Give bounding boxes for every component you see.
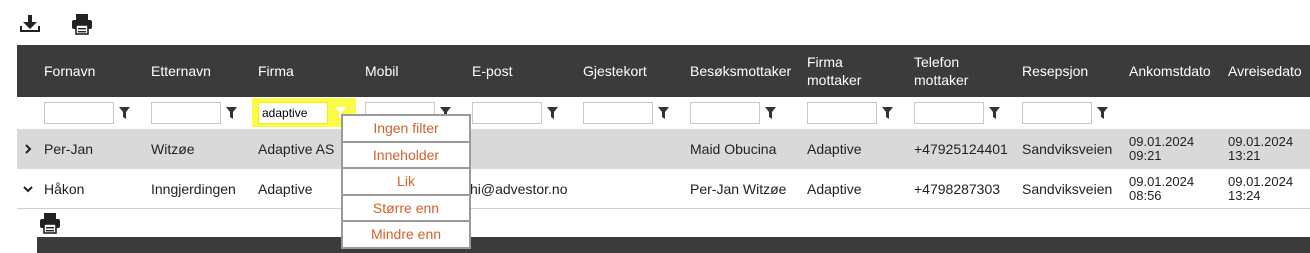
column-label: Telefon mottaker (914, 54, 969, 88)
cell-avreisedato: 09.01.2024 13:24 (1228, 169, 1293, 209)
column-header-gjestekort[interactable]: Gjestekort (583, 45, 683, 97)
cell-firma: Adaptive AS (258, 141, 335, 157)
filter-input-epost[interactable] (472, 102, 542, 124)
visitor-grid: Fornavn Etternavn Firma Mobil E-post Gje… (17, 45, 1310, 209)
column-label: Fornavn (44, 63, 96, 79)
column-label: Besøksmottaker (690, 63, 792, 79)
filter-funnel-icon[interactable] (547, 107, 558, 119)
cell-firma-mottaker: Adaptive (807, 181, 862, 197)
filter-input-resepsjon[interactable] (1022, 102, 1092, 124)
column-header-resepsjon[interactable]: Resepsjon (1022, 45, 1122, 97)
filter-funnel-icon[interactable] (226, 107, 237, 119)
filter-input-firma-mottaker[interactable] (807, 102, 877, 124)
column-header-telefon-mottaker[interactable]: Telefon mottaker (914, 45, 984, 97)
column-header-ankomstdato[interactable]: Ankomstdato (1129, 45, 1229, 97)
column-header-avreisedato[interactable]: Avreisedato (1228, 45, 1310, 97)
cell-avreisedato: 09.01.2024 13:21 (1228, 129, 1293, 169)
detail-header-bar (37, 237, 1310, 253)
menu-item-storre-enn[interactable]: Større enn (342, 194, 470, 221)
cell-fornavn: Per-Jan (44, 141, 94, 157)
filter-funnel-icon[interactable] (882, 107, 893, 119)
filter-input-telefon-mottaker[interactable] (914, 102, 984, 124)
column-header-firma-mottaker[interactable]: Firma mottaker (807, 45, 877, 97)
menu-item-inneholder[interactable]: Inneholder (342, 141, 470, 168)
table-row[interactable]: Håkon Inngjerdingen Adaptive hi@advestor… (17, 169, 1310, 209)
filter-funnel-icon[interactable] (119, 107, 130, 119)
filter-operator-menu: Ingen filter Inneholder Lik Større enn M… (341, 114, 471, 249)
avreise-time: 13:24 (1228, 188, 1261, 203)
cell-fornavn: Håkon (44, 181, 85, 197)
avreise-date: 09.01.2024 (1228, 174, 1294, 189)
filter-input-fornavn[interactable] (44, 102, 114, 124)
cell-firma: Adaptive (258, 181, 313, 197)
menu-item-lik[interactable]: Lik (342, 168, 470, 195)
column-header-mobil[interactable]: Mobil (365, 45, 465, 97)
filter-funnel-icon[interactable] (989, 107, 1000, 119)
grid-header: Fornavn Etternavn Firma Mobil E-post Gje… (17, 45, 1310, 97)
column-label: Firma mottaker (807, 54, 862, 88)
cell-ankomstdato: 09.01.2024 09:21 (1129, 129, 1194, 169)
column-label: Firma (258, 63, 294, 79)
cell-ankomstdato: 09.01.2024 08:56 (1129, 169, 1194, 209)
cell-telefon-mottaker: +4798287303 (914, 181, 1001, 197)
column-label: E-post (472, 63, 513, 79)
row-divider (17, 208, 1310, 209)
avreise-time: 13:21 (1228, 148, 1261, 163)
cell-telefon-mottaker: +47925124401 (914, 141, 1008, 157)
filter-input-besoksmottaker[interactable] (690, 102, 760, 124)
column-label: Gjestekort (583, 63, 647, 79)
filter-input-etternavn[interactable] (151, 102, 221, 124)
filter-funnel-icon[interactable] (658, 107, 669, 119)
cell-etternavn: Inngjerdingen (151, 181, 236, 197)
cell-resepsjon: Sandviksveien (1022, 141, 1113, 157)
ankomst-date: 09.01.2024 (1129, 134, 1195, 149)
toolbar (18, 12, 94, 36)
chevron-right-icon[interactable] (23, 129, 35, 169)
column-header-epost[interactable]: E-post (472, 45, 572, 97)
column-label: Resepsjon (1022, 63, 1089, 79)
detail-panel (37, 211, 1310, 237)
column-label: Mobil (365, 63, 399, 79)
table-row[interactable]: Per-Jan Witzøe Adaptive AS Maid Obucina … (17, 129, 1310, 169)
avreise-date: 09.01.2024 (1228, 134, 1294, 149)
ankomst-time: 09:21 (1129, 148, 1162, 163)
cell-besoksmottaker: Per-Jan Witzøe (690, 181, 787, 197)
chevron-down-icon[interactable] (23, 169, 35, 209)
column-label: Ankomstdato (1129, 63, 1211, 79)
column-label: Avreisedato (1228, 63, 1302, 79)
cell-epost: hi@advestor.no (470, 181, 568, 197)
download-icon[interactable] (18, 12, 42, 36)
print-icon[interactable] (37, 211, 63, 235)
filter-row (17, 97, 1310, 129)
menu-item-ingen-filter[interactable]: Ingen filter (342, 115, 470, 142)
cell-resepsjon: Sandviksveien (1022, 181, 1113, 197)
cell-firma-mottaker: Adaptive (807, 141, 862, 157)
column-header-besoksmottaker[interactable]: Besøksmottaker (690, 45, 805, 97)
filter-input-firma[interactable] (258, 102, 328, 124)
filter-funnel-icon[interactable] (765, 107, 776, 119)
ankomst-time: 08:56 (1129, 188, 1162, 203)
column-header-etternavn[interactable]: Etternavn (151, 45, 251, 97)
filter-input-gjestekort[interactable] (583, 102, 653, 124)
filter-funnel-icon[interactable] (1097, 107, 1108, 119)
print-icon[interactable] (70, 12, 94, 36)
column-header-fornavn[interactable]: Fornavn (44, 45, 144, 97)
cell-besoksmottaker: Maid Obucina (690, 141, 777, 157)
menu-item-mindre-enn[interactable]: Mindre enn (342, 221, 470, 248)
ankomst-date: 09.01.2024 (1129, 174, 1195, 189)
cell-etternavn: Witzøe (151, 141, 195, 157)
column-header-firma[interactable]: Firma (258, 45, 358, 97)
column-label: Etternavn (151, 63, 211, 79)
